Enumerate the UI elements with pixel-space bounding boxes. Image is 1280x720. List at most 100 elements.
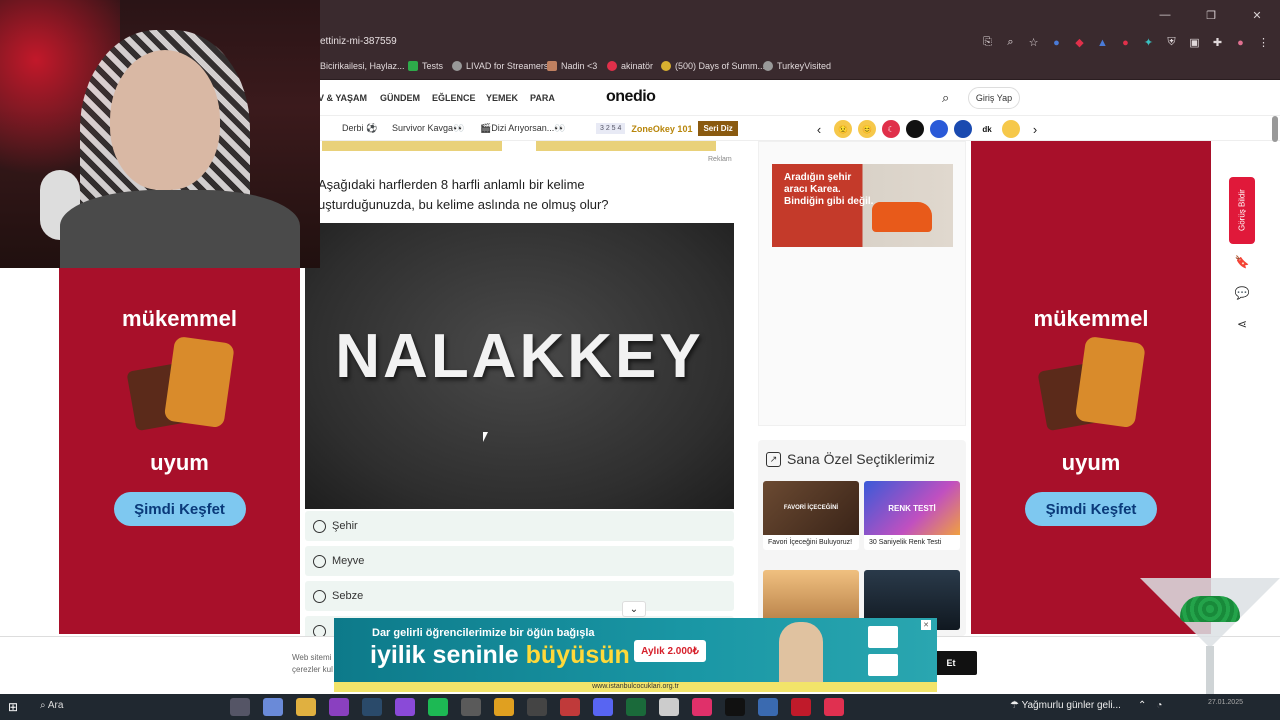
- chrome-icon[interactable]: [494, 698, 514, 716]
- maximize-icon[interactable]: ❐: [1188, 0, 1234, 30]
- app-icon[interactable]: [758, 698, 778, 716]
- flag-icon[interactable]: ☾: [882, 120, 900, 138]
- recommendation-card[interactable]: FAVORİ İÇECEĞİNİ Favori İçeceğini Buluyo…: [763, 481, 859, 550]
- bookmark-icon[interactable]: 🔖: [1233, 253, 1251, 271]
- top-banner-ad[interactable]: [322, 141, 734, 153]
- bookmark-item[interactable]: akinatör: [607, 61, 653, 71]
- ad-amount-badge[interactable]: Aylık 2.000₺: [634, 640, 706, 662]
- extension-icon[interactable]: ●: [1117, 34, 1134, 51]
- bookmark-item[interactable]: TurkeyVisited: [763, 61, 831, 71]
- url-text[interactable]: ettiniz-mi-387559: [320, 36, 397, 47]
- spotify-icon[interactable]: [428, 698, 448, 716]
- brand-icon[interactable]: dk: [978, 120, 996, 138]
- weather-widget[interactable]: ☂ Yağmurlu günler geli...: [1010, 700, 1121, 711]
- minimize-icon[interactable]: —: [1142, 0, 1188, 30]
- share-icon[interactable]: ⋖: [1233, 315, 1251, 333]
- steam-icon[interactable]: [362, 698, 382, 716]
- brand-icon[interactable]: [954, 120, 972, 138]
- webcam-overlay: [0, 0, 320, 268]
- bottom-banner-ad[interactable]: Dar gelirli öğrencilerimize bir öğün bağ…: [334, 618, 937, 692]
- left-side-ad[interactable]: mükemmel uyum Şimdi Keşfet: [59, 268, 300, 634]
- feedback-button[interactable]: Görüş Bildir: [1229, 177, 1255, 244]
- app-icon[interactable]: [527, 698, 547, 716]
- recommendation-card[interactable]: RENK TESTİ 30 Saniyelik Renk Testi: [864, 481, 960, 550]
- app-icon[interactable]: [395, 698, 415, 716]
- answer-option[interactable]: Şehir: [305, 511, 734, 541]
- zoneokey-promo[interactable]: 3 2 5 4 ZoneOkey 101 Seri Diz: [596, 121, 738, 136]
- smile-face-icon[interactable]: 😊: [858, 120, 876, 138]
- menu-icon[interactable]: ⋮: [1255, 34, 1272, 51]
- discord-icon[interactable]: [593, 698, 613, 716]
- search-icon[interactable]: ⌕: [942, 90, 949, 106]
- subnav-item[interactable]: Survivor Kavga👀: [392, 123, 464, 134]
- recommendations-title: ↗ Sana Özel Seçtiklerimiz: [766, 451, 935, 467]
- subnav-item[interactable]: Derbi ⚽: [342, 123, 377, 134]
- chevron-down-icon[interactable]: ⌄: [622, 601, 646, 617]
- right-side-ad[interactable]: mükemmel uyum Şimdi Keşfet: [971, 141, 1211, 634]
- close-icon[interactable]: ✕: [1234, 0, 1280, 30]
- answer-option[interactable]: Sebze: [305, 581, 734, 611]
- bookmark-item[interactable]: LIVAD for Streamers: [452, 61, 548, 71]
- bookmark-icon: [661, 61, 671, 71]
- puzzle-icon[interactable]: ✚: [1209, 34, 1226, 51]
- tiktok-icon[interactable]: [725, 698, 745, 716]
- bookmark-item[interactable]: Nadin <3: [547, 61, 597, 71]
- extension-icon[interactable]: ◆: [1071, 34, 1088, 51]
- folder-icon[interactable]: [296, 698, 316, 716]
- nav-item-eglence[interactable]: EĞLENCE: [432, 93, 476, 103]
- wifi-icon[interactable]: ◔: [1156, 700, 1162, 711]
- extension-icon[interactable]: ✦: [1140, 34, 1157, 51]
- bookmark-star-icon[interactable]: ☆: [1025, 34, 1042, 51]
- shield-icon[interactable]: ⛨: [1163, 34, 1180, 51]
- clock[interactable]: 27.01.2025: [1207, 698, 1243, 707]
- car-image: [872, 202, 932, 232]
- chalkboard-image: NALAKKEY: [305, 223, 734, 509]
- extension-icon[interactable]: ▲: [1094, 34, 1111, 51]
- subnav-item[interactable]: 🎬Dizi Arıyorsan...👀: [480, 123, 565, 134]
- extension-icon[interactable]: ●: [1048, 34, 1065, 51]
- zoom-icon[interactable]: ⌕: [1002, 34, 1019, 51]
- task-view-icon[interactable]: [230, 698, 250, 716]
- install-icon[interactable]: ⎘: [979, 34, 996, 51]
- chevron-left-icon[interactable]: ‹: [810, 120, 828, 138]
- radio-icon[interactable]: [313, 554, 326, 568]
- nav-item-para[interactable]: PARA: [530, 93, 555, 103]
- windows-start-icon[interactable]: ⊞: [8, 700, 18, 714]
- radio-icon[interactable]: [313, 519, 326, 533]
- extension-icon[interactable]: ▣: [1186, 34, 1203, 51]
- app-icon[interactable]: [791, 698, 811, 716]
- karea-ad[interactable]: Aradığın şehir aracı Karea. Bindiğin gib…: [772, 164, 953, 247]
- app-icon[interactable]: [560, 698, 580, 716]
- scrollbar-thumb[interactable]: [1272, 116, 1278, 142]
- copilot-icon[interactable]: [263, 698, 283, 716]
- site-logo[interactable]: onedio: [606, 88, 656, 106]
- brand-icon[interactable]: [906, 120, 924, 138]
- brand-icon[interactable]: [1002, 120, 1020, 138]
- comment-icon[interactable]: 💬: [1233, 284, 1251, 302]
- ad-cta-button[interactable]: Şimdi Keşfet: [1025, 492, 1157, 526]
- app-icon[interactable]: [659, 698, 679, 716]
- app-icon[interactable]: [824, 698, 844, 716]
- app-icon[interactable]: [692, 698, 712, 716]
- close-icon[interactable]: ✕: [921, 620, 931, 630]
- chevron-right-icon[interactable]: ›: [1026, 120, 1044, 138]
- bookmark-item[interactable]: (500) Days of Summ...: [661, 61, 765, 71]
- answer-option[interactable]: Meyve: [305, 546, 734, 576]
- login-button[interactable]: Giriş Yap: [968, 87, 1020, 109]
- tray-arrow-icon[interactable]: ⌃: [1138, 700, 1146, 711]
- nav-item-gundem[interactable]: GÜNDEM: [380, 93, 420, 103]
- globe-icon: [763, 61, 773, 71]
- app-icon[interactable]: [329, 698, 349, 716]
- app-icon[interactable]: [626, 698, 646, 716]
- avatar[interactable]: ●: [1232, 34, 1249, 51]
- bookmark-item[interactable]: Tests: [408, 61, 443, 71]
- radio-icon[interactable]: [313, 589, 326, 603]
- taskbar-search[interactable]: ⌕ Ara: [40, 700, 63, 711]
- brand-icon[interactable]: [930, 120, 948, 138]
- nav-item-yasam[interactable]: V & YAŞAM: [318, 93, 367, 103]
- ad-cta-button[interactable]: Şimdi Keşfet: [113, 492, 246, 526]
- worried-face-icon[interactable]: 😟: [834, 120, 852, 138]
- app-icon[interactable]: [461, 698, 481, 716]
- bookmark-item[interactable]: Bicirikailesi, Haylaz...: [320, 61, 405, 71]
- nav-item-yemek[interactable]: YEMEK: [486, 93, 518, 103]
